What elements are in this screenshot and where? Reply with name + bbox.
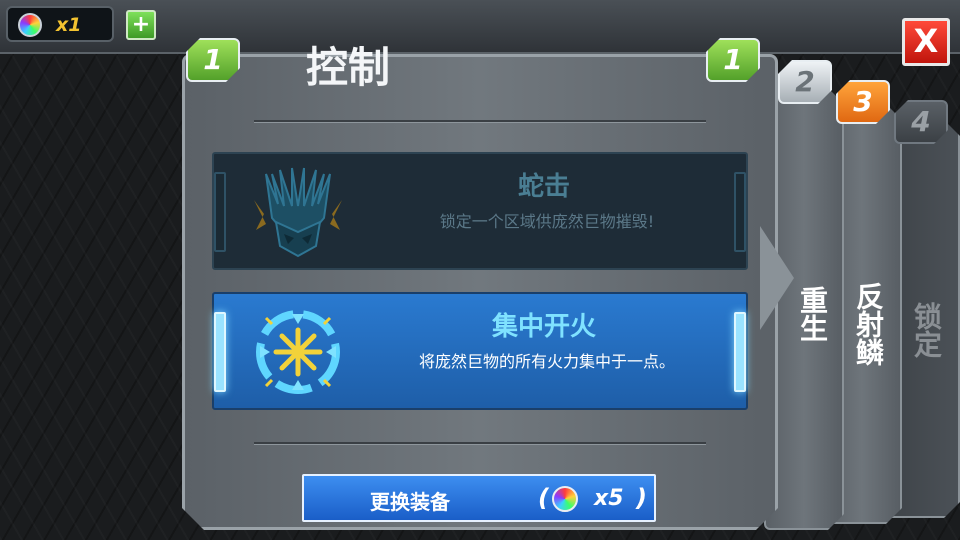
card-4-label: 锁定 — [910, 302, 943, 358]
focus-fire-icon — [256, 310, 340, 394]
card-2-label: 重生 — [796, 286, 829, 342]
ability-2-name: 集中开火 — [491, 312, 596, 342]
swap-cost-count: x5 — [594, 486, 624, 511]
divider-top — [254, 120, 706, 123]
ability-1-description: 锁定一个区域供庞然巨物摧毁! — [439, 212, 655, 231]
close-button[interactable]: X — [902, 18, 950, 66]
bracket-left — [214, 172, 226, 252]
divider-bottom — [254, 442, 706, 445]
bracket-left — [214, 312, 226, 392]
bracket-right — [734, 172, 746, 252]
tab-3[interactable]: 3 — [836, 80, 890, 124]
bracket-right — [734, 312, 746, 392]
ability-1-name: 蛇击 — [517, 172, 570, 202]
tab-2[interactable]: 2 — [778, 60, 832, 104]
card-3-label: 反射鳞 — [852, 282, 885, 366]
cost-close-paren: ) — [636, 484, 647, 512]
serpent-strike-icon — [254, 167, 342, 258]
rainbow-gem-icon — [552, 486, 578, 512]
swap-gear-label: 更换装备 — [370, 490, 450, 514]
ability-option-1[interactable]: 蛇击 锁定一个区域供庞然巨物摧毁! — [212, 152, 748, 270]
ability-option-2[interactable]: 集中开火 将庞然巨物的所有火力集中于一点。 — [212, 292, 748, 410]
tab-4[interactable]: 4 — [894, 100, 948, 144]
ability-2-description: 将庞然巨物的所有火力集中于一点。 — [418, 352, 675, 371]
next-arrow-icon — [760, 226, 794, 330]
tab-1-right[interactable]: 1 — [706, 38, 760, 82]
swap-cost: ( x5 ) — [538, 482, 648, 516]
currency-count: x1 — [56, 14, 82, 36]
swap-gear-button[interactable]: 更换装备 ( x5 ) — [302, 474, 656, 522]
panel-title: 控制 — [305, 43, 390, 92]
cost-open-paren: ( — [538, 484, 549, 512]
